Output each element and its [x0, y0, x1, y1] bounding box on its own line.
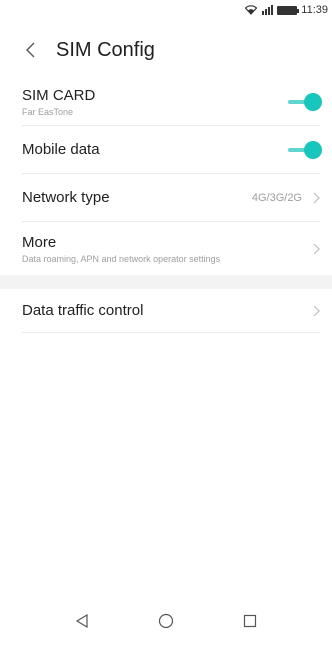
- more-row[interactable]: More Data roaming, APN and network opera…: [22, 222, 320, 275]
- battery-icon: [277, 5, 300, 15]
- sim-card-toggle[interactable]: [288, 92, 322, 112]
- network-type-title: Network type: [22, 189, 110, 206]
- mobile-data-row[interactable]: Mobile data: [22, 126, 322, 174]
- chevron-left-icon: [26, 42, 35, 58]
- navigation-bar: [0, 596, 332, 646]
- mobile-data-toggle[interactable]: [288, 140, 322, 160]
- chevron-right-icon: [313, 305, 320, 316]
- data-traffic-control-row[interactable]: Data traffic control: [22, 289, 320, 333]
- nav-back-button[interactable]: [62, 601, 102, 641]
- nav-recents-button[interactable]: [230, 601, 270, 641]
- network-type-row[interactable]: Network type 4G/3G/2G: [22, 174, 320, 222]
- toggle-knob: [304, 140, 322, 159]
- chevron-right-icon: [313, 243, 320, 254]
- more-title: More: [22, 233, 57, 251]
- home-circle-icon: [158, 613, 174, 629]
- status-time: 11:39: [301, 4, 328, 16]
- toggle-knob: [304, 92, 322, 111]
- sim-card-title: SIM CARD: [22, 86, 96, 104]
- more-subtitle: Data roaming, APN and network operator s…: [22, 253, 221, 264]
- chevron-right-icon: [313, 192, 320, 203]
- back-triangle-icon: [75, 614, 88, 628]
- settings-list-secondary: Data traffic control: [0, 289, 332, 333]
- sim-card-row[interactable]: SIM CARD Far EasTone: [22, 78, 322, 126]
- section-divider: [0, 275, 332, 289]
- recents-square-icon: [243, 614, 257, 628]
- app-bar: SIM Config: [0, 28, 332, 72]
- signal-icon: [261, 5, 274, 15]
- settings-list: SIM CARD Far EasTone Mobile data Network…: [0, 78, 332, 275]
- status-bar: 11:39: [0, 0, 332, 20]
- sim-card-carrier: Far EasTone: [22, 106, 74, 117]
- data-traffic-control-title: Data traffic control: [22, 302, 144, 319]
- mobile-data-title: Mobile data: [22, 141, 100, 158]
- page-title: SIM Config: [56, 38, 155, 61]
- network-type-value: 4G/3G/2G: [251, 191, 302, 204]
- nav-home-button[interactable]: [146, 601, 186, 641]
- back-button[interactable]: [10, 28, 50, 72]
- wifi-icon: [245, 5, 258, 15]
